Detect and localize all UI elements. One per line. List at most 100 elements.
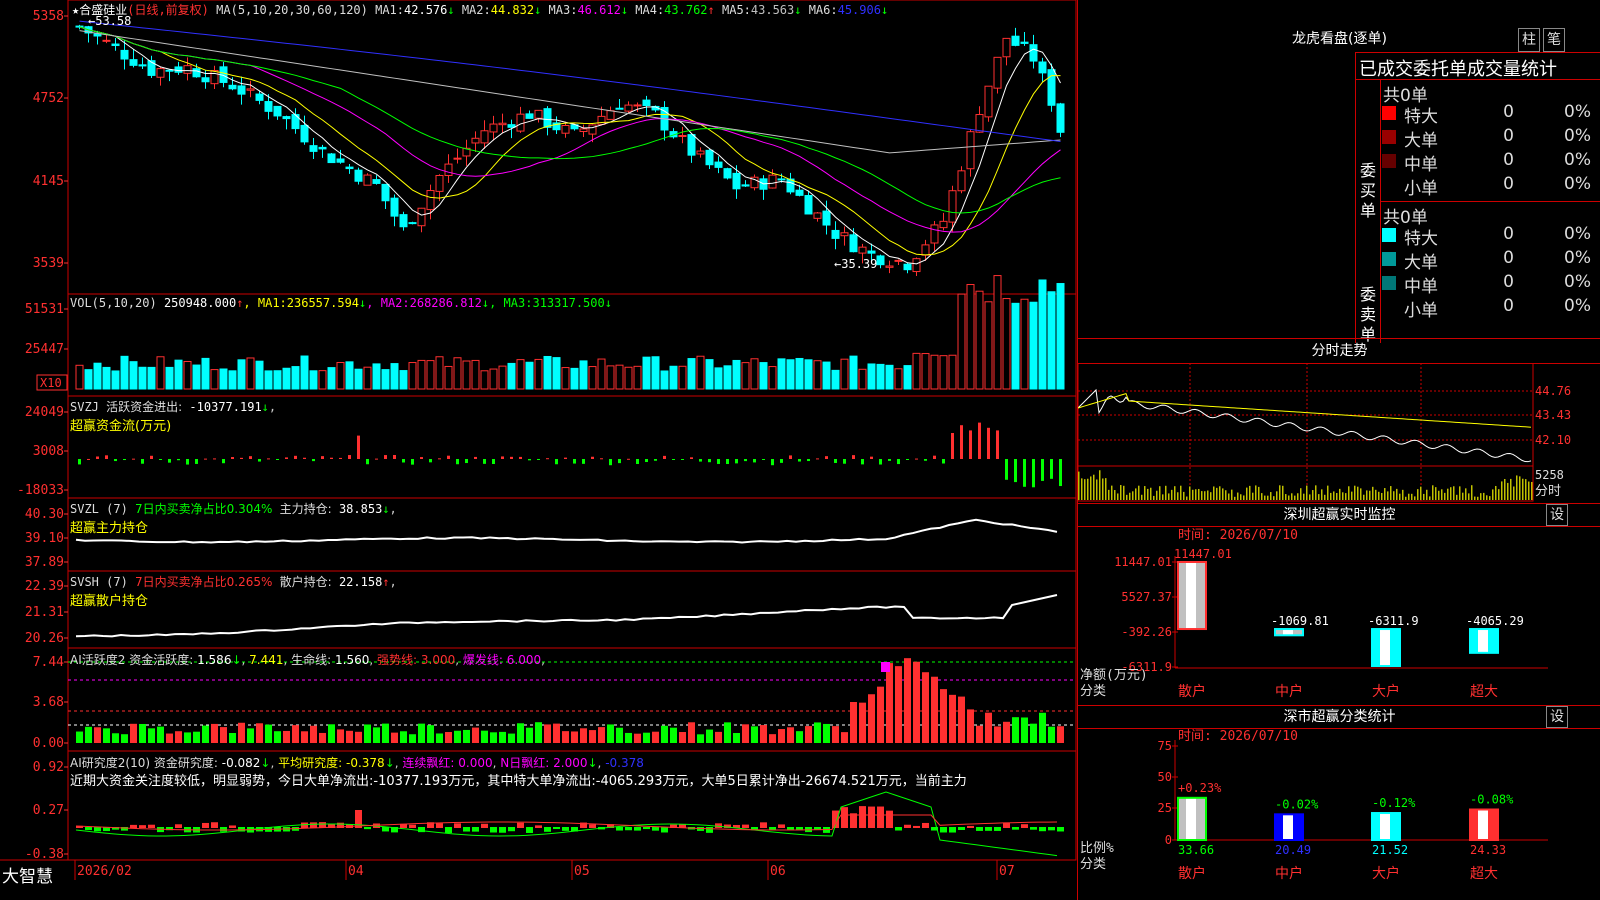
activity-bar bbox=[850, 702, 857, 743]
fund-flow-bar bbox=[384, 455, 387, 459]
activity-bar bbox=[958, 697, 965, 743]
fund-flow-bar bbox=[780, 459, 783, 463]
ai-commentary: 近期大资金关注度较低，明显弱势，今日大单净流出:-10377.193万元，其中特… bbox=[70, 770, 1076, 789]
intraday-vol-bar bbox=[1501, 481, 1503, 500]
y-tick-label: 0.92 bbox=[33, 760, 64, 775]
volume-bar bbox=[418, 360, 425, 389]
candle-body bbox=[895, 260, 902, 261]
candle-body bbox=[418, 208, 425, 225]
intraday-vol-bar bbox=[1204, 491, 1206, 500]
activity-bar bbox=[562, 731, 569, 743]
intraday-vol-bar bbox=[1483, 493, 1485, 500]
volume-bar bbox=[832, 370, 839, 389]
volume-bar bbox=[490, 369, 497, 389]
volume-bar bbox=[976, 291, 983, 389]
intraday-vol-bar bbox=[1342, 492, 1344, 500]
research-bar bbox=[634, 827, 641, 831]
y-tick-label: 7.44 bbox=[33, 655, 64, 670]
bar-change-label: -0.02% bbox=[1275, 797, 1319, 811]
chart-y-tick: 75 bbox=[1158, 739, 1172, 753]
activity-bar bbox=[904, 658, 911, 743]
vol-header: VOL(5,10,20) 250948.000↑, MA1:236557.594… bbox=[70, 296, 612, 310]
intraday-vol-bar bbox=[1084, 479, 1086, 500]
volume-bar bbox=[121, 356, 128, 389]
activity-bar bbox=[796, 731, 803, 743]
y-tick-label: 4145 bbox=[33, 174, 64, 189]
fund-flow-bar bbox=[411, 459, 414, 465]
intraday-vol-bar bbox=[1396, 489, 1398, 500]
category-label: 中户 bbox=[1275, 683, 1303, 700]
category-bar bbox=[1275, 629, 1303, 635]
research-bar bbox=[994, 827, 1001, 831]
intraday-vol-bar bbox=[1366, 490, 1368, 500]
intraday-vol-bar bbox=[1273, 496, 1275, 500]
volume-bar bbox=[436, 357, 443, 389]
ai-strong-label: 强势线: bbox=[377, 653, 417, 667]
candle-body bbox=[706, 150, 713, 164]
intraday-chart[interactable]: 44.76 43.43 42.10 5258 分时 bbox=[1078, 363, 1600, 503]
fund-flow-bar bbox=[942, 459, 945, 463]
chart-area[interactable]: ←53.58 ←35.39 5358 4752 4145 3539 51531 25447 X… bbox=[0, 0, 1077, 900]
fund-flow-bar bbox=[663, 456, 666, 459]
intraday-vol-bar bbox=[1513, 487, 1515, 500]
vol-ma-value: 236557.594 bbox=[287, 296, 359, 310]
volume-bar bbox=[922, 354, 929, 389]
fund-flow-bar bbox=[1005, 459, 1008, 480]
candle-body bbox=[976, 115, 983, 133]
fund-flow-bar bbox=[285, 457, 288, 459]
activity-bar bbox=[1057, 726, 1064, 743]
volume-bar bbox=[769, 367, 776, 389]
activity-bar bbox=[931, 677, 938, 743]
candle-body bbox=[742, 185, 749, 186]
y-tick-label: 3.68 bbox=[33, 695, 64, 710]
category-label: 超大 bbox=[1470, 866, 1498, 882]
bar-mode-button[interactable]: 柱 bbox=[1518, 28, 1540, 52]
tick-mode-button[interactable]: 笔 bbox=[1543, 28, 1565, 52]
fund-flow-bar bbox=[294, 456, 297, 459]
stock-name[interactable]: ★合盛硅业 bbox=[72, 3, 127, 17]
candle-body bbox=[607, 111, 614, 120]
sz-monitor-settings-button[interactable]: 设 bbox=[1546, 504, 1568, 526]
fund-flow-bar bbox=[258, 459, 261, 462]
volume-bar bbox=[886, 365, 893, 389]
intraday-vol-bar bbox=[1258, 487, 1260, 500]
volume-bar bbox=[355, 369, 362, 389]
buy-side-label: 委买单 bbox=[1360, 161, 1378, 221]
volume-bar bbox=[301, 356, 308, 389]
vol-ma-label: , MA3: bbox=[489, 296, 532, 310]
bar-value-label: 11447.01 bbox=[1174, 547, 1232, 561]
fund-flow-bar bbox=[78, 459, 81, 464]
activity-bar bbox=[319, 733, 326, 743]
intraday-vol-bar bbox=[1369, 491, 1371, 500]
chart-y-tick: 50 bbox=[1158, 770, 1172, 784]
candle-body bbox=[904, 264, 911, 269]
activity-bar bbox=[1039, 713, 1046, 743]
volume-bar bbox=[751, 359, 758, 389]
candle-body bbox=[1039, 62, 1046, 73]
candle-body bbox=[229, 85, 236, 89]
bar-change-label: -0.12% bbox=[1372, 796, 1416, 810]
intraday-vol-bar bbox=[1186, 497, 1188, 500]
y-tick-label: 25447 bbox=[25, 342, 64, 357]
candle-body bbox=[256, 94, 263, 100]
candle-body bbox=[958, 171, 965, 191]
intraday-vol-bar bbox=[1300, 488, 1302, 500]
activity-bar bbox=[454, 731, 461, 743]
activity-bar bbox=[895, 666, 902, 743]
period-tag: (日线,前复权) bbox=[127, 3, 209, 17]
volume-bar bbox=[598, 359, 605, 389]
candle-body bbox=[436, 176, 443, 192]
volume-bar bbox=[508, 363, 515, 389]
intraday-vol-bar bbox=[1219, 486, 1221, 500]
ma-line bbox=[80, 27, 1061, 232]
candle-body bbox=[337, 159, 344, 162]
research-bar bbox=[490, 827, 497, 833]
svsh-label2: 散户持仓: bbox=[280, 575, 332, 589]
candle-body bbox=[499, 123, 506, 124]
candle-body bbox=[850, 235, 857, 252]
sz-class-settings-button[interactable]: 设 bbox=[1546, 706, 1568, 728]
intraday-vol-bar bbox=[1276, 491, 1278, 500]
activity-bar bbox=[1021, 717, 1028, 743]
buy-row-n: 0 bbox=[1484, 102, 1514, 122]
candle-body bbox=[535, 110, 542, 118]
